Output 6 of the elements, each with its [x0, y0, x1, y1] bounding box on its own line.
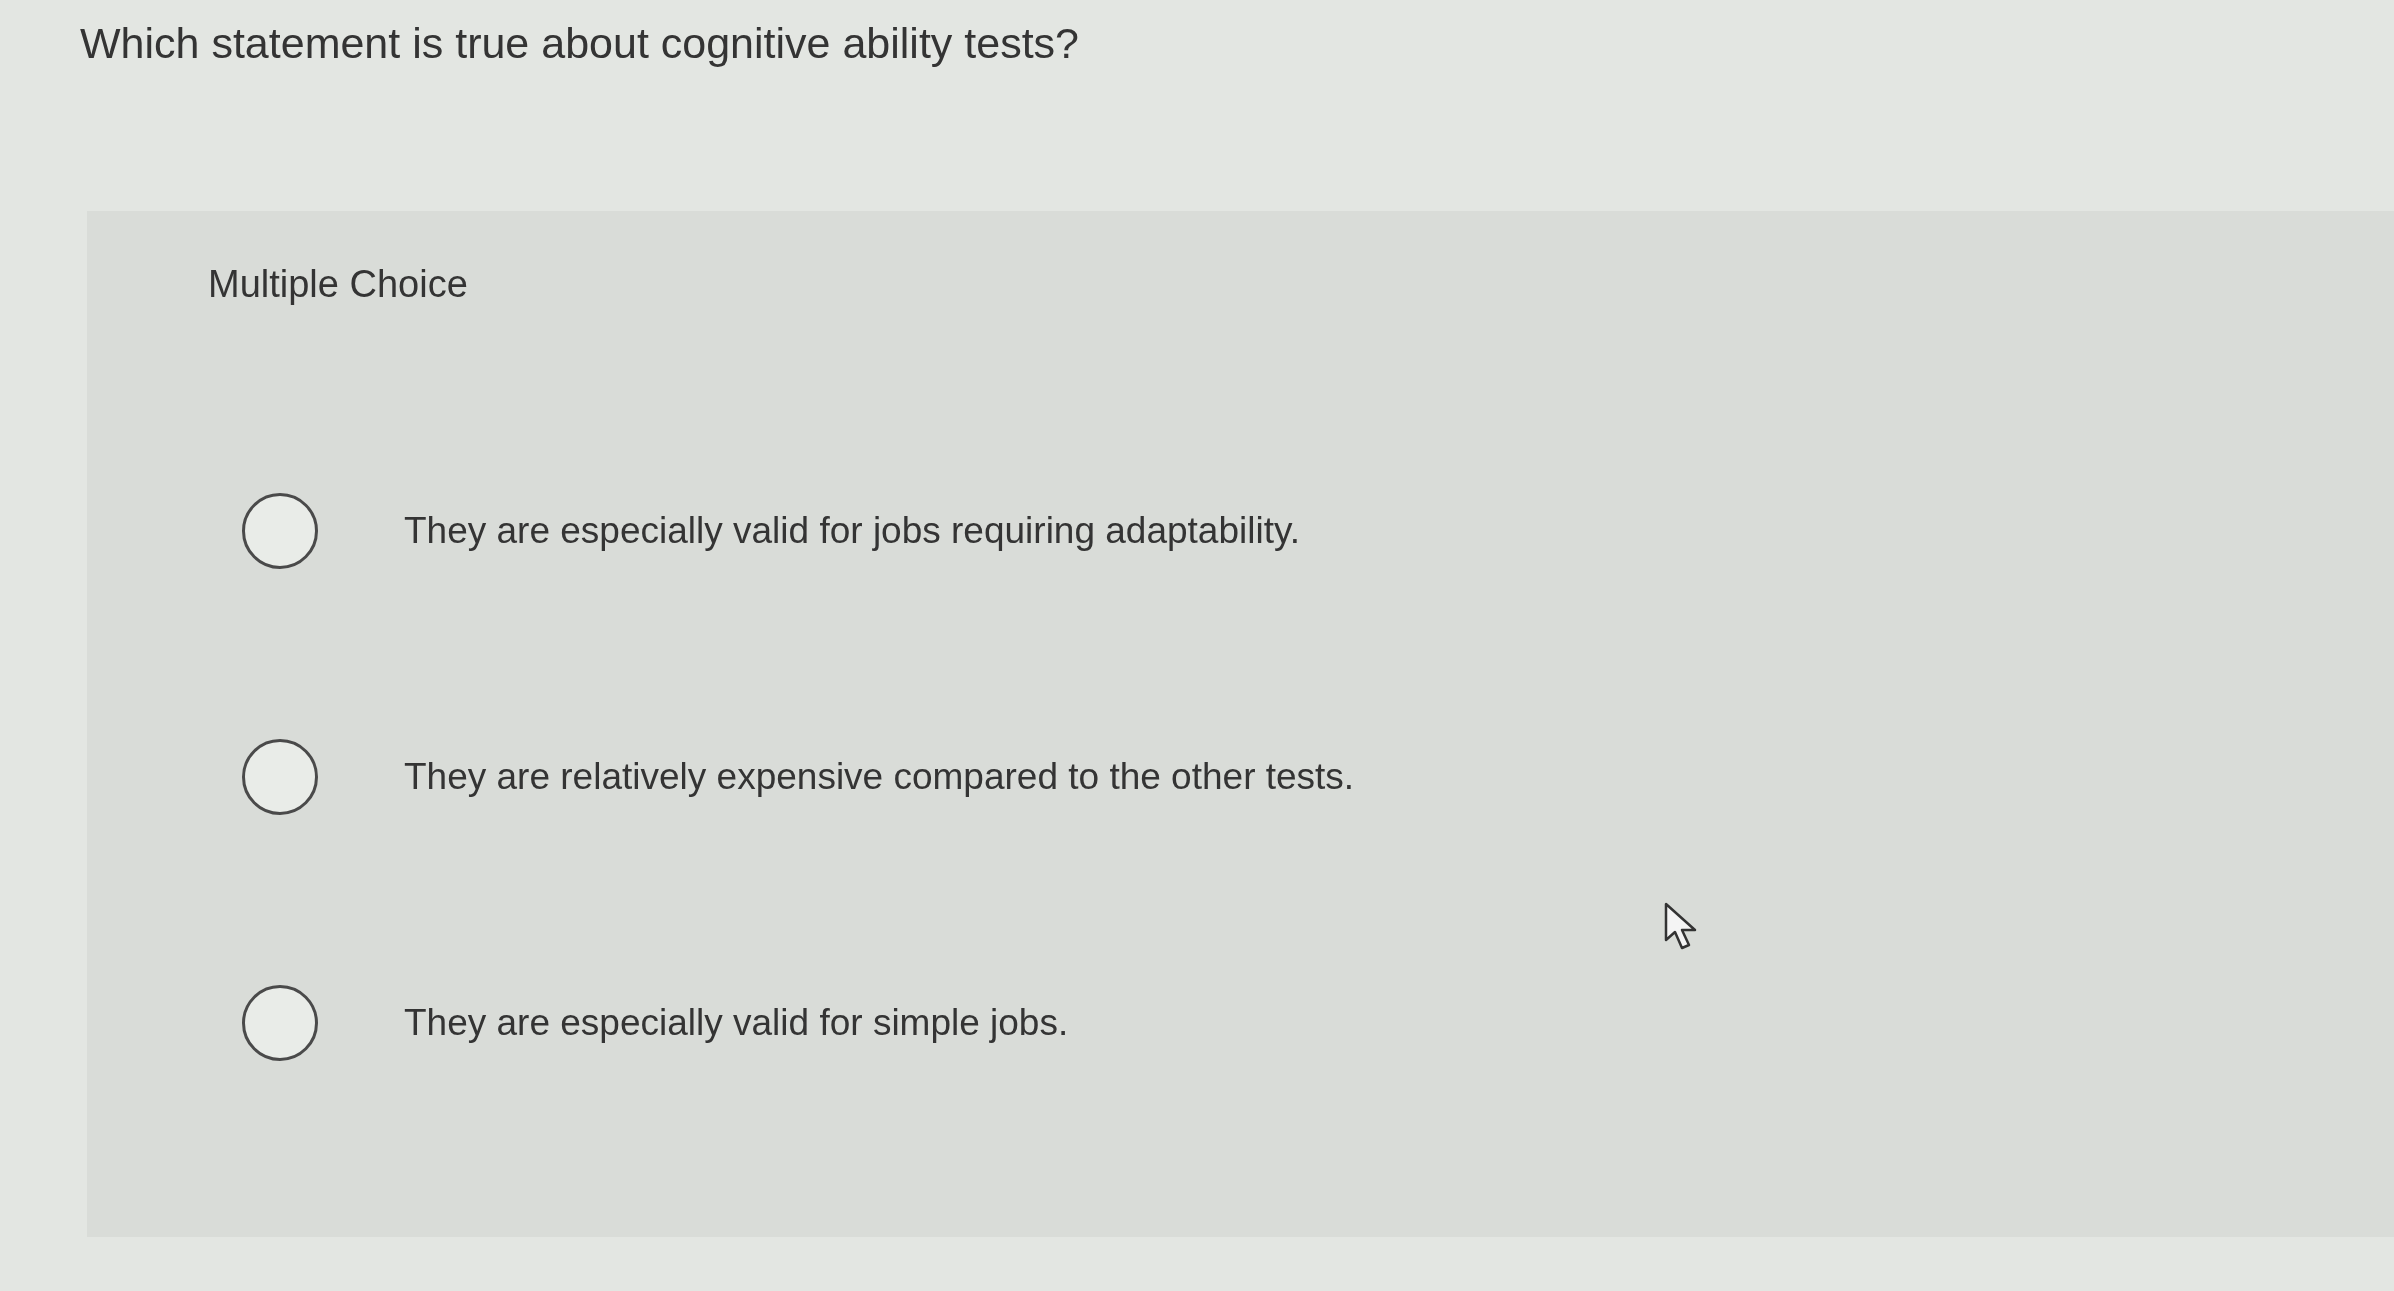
answer-option-text[interactable]: They are relatively expensive compared to the other tests.	[404, 755, 1355, 799]
mouse-pointer-icon	[1664, 902, 1698, 950]
question-text: Which statement is true about cognitive ability tests?	[80, 18, 1080, 69]
question-type-label: Multiple Choice	[208, 262, 468, 306]
answer-option-text[interactable]: They are especially valid for jobs requiring adaptability.	[404, 509, 1300, 553]
answer-option-text[interactable]: They are especially valid for simple jobs.	[404, 1001, 1069, 1045]
